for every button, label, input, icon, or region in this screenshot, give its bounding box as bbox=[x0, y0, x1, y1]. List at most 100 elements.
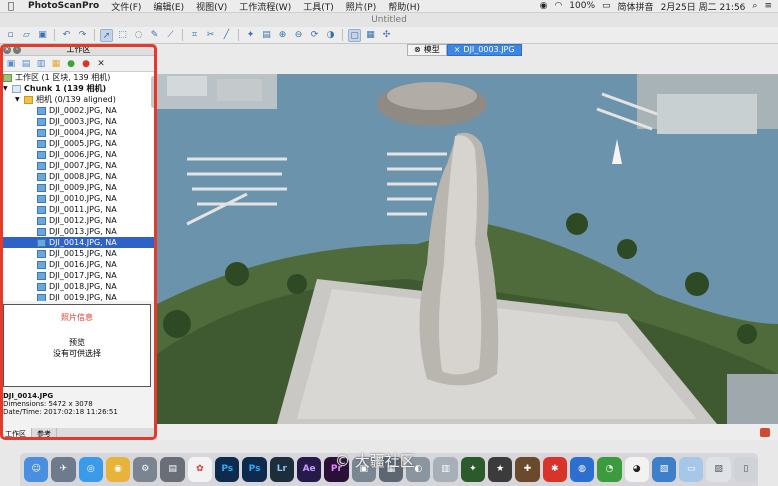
finder-icon[interactable]: ☺ bbox=[24, 457, 49, 482]
clock[interactable]: 2月25日 周二 21:56 bbox=[661, 0, 746, 13]
photoshop-alt-icon[interactable]: Ps bbox=[242, 457, 267, 482]
add-folder-icon[interactable]: ▥ bbox=[36, 59, 46, 69]
app-icon[interactable]: ◍ bbox=[569, 457, 595, 482]
qq-icon[interactable]: ◕ bbox=[624, 457, 649, 482]
disable-icon[interactable]: ● bbox=[81, 59, 91, 69]
add-photos-icon[interactable]: ▤ bbox=[21, 59, 31, 69]
record-icon[interactable]: ◉ bbox=[540, 1, 548, 11]
image-icon[interactable]: ▤ bbox=[260, 29, 273, 42]
new-file-icon[interactable]: ▫ bbox=[4, 29, 17, 42]
tree-cameras[interactable]: ▼ 相机 (0/139 aligned) bbox=[0, 94, 157, 105]
app-icon[interactable]: ▥ bbox=[433, 457, 458, 482]
menu-view[interactable]: 视图(V) bbox=[190, 0, 233, 13]
close-tab-icon[interactable]: ⊗ bbox=[414, 44, 421, 56]
image-list-item[interactable]: DJI_0009.JPG, NA bbox=[0, 182, 157, 193]
rect-select-icon[interactable]: ⬚ bbox=[116, 29, 129, 42]
grid-icon[interactable]: ▦ bbox=[364, 29, 377, 42]
menu-extras-icon[interactable]: ≡ bbox=[764, 1, 772, 11]
image-list-item[interactable]: DJI_0018.JPG, NA bbox=[0, 281, 157, 292]
system-preferences-icon[interactable]: ⚙ bbox=[133, 457, 158, 482]
menu-edit[interactable]: 编辑(E) bbox=[147, 0, 190, 13]
tree-root[interactable]: 工作区 (1 区块, 139 相机) bbox=[0, 72, 157, 83]
trash-icon[interactable]: ▯ bbox=[733, 457, 759, 482]
rotate-icon[interactable]: ⟳ bbox=[308, 29, 321, 42]
image-list-item[interactable]: DJI_0014.JPG, NA bbox=[0, 237, 157, 248]
tab-reference[interactable]: 参考 bbox=[32, 428, 57, 440]
line-icon[interactable]: ╱ bbox=[220, 29, 233, 42]
image-list-item[interactable]: DJI_0013.JPG, NA bbox=[0, 226, 157, 237]
image-list-item[interactable]: DJI_0017.JPG, NA bbox=[0, 270, 157, 281]
close-icon[interactable]: × bbox=[3, 46, 11, 54]
input-method[interactable]: 简体拼音 bbox=[618, 0, 654, 13]
close-tab-icon[interactable]: × bbox=[454, 44, 461, 56]
save-icon[interactable]: ▣ bbox=[36, 29, 49, 42]
undo-icon[interactable]: ↶ bbox=[60, 29, 73, 42]
open-file-icon[interactable]: ▱ bbox=[20, 29, 33, 42]
image-list-item[interactable]: DJI_0008.JPG, NA bbox=[0, 171, 157, 182]
cut-icon[interactable]: ✂ bbox=[204, 29, 217, 42]
image-list-item[interactable]: DJI_0011.JPG, NA bbox=[0, 204, 157, 215]
battery-icon[interactable]: ▭ bbox=[602, 1, 611, 11]
image-list-item[interactable]: DJI_0002.JPG, NA bbox=[0, 105, 157, 116]
app-icon[interactable]: ✦ bbox=[460, 457, 486, 482]
image-list-item[interactable]: DJI_0006.JPG, NA bbox=[0, 149, 157, 160]
battery-percent[interactable]: 100% bbox=[569, 1, 595, 11]
image-list-item[interactable]: DJI_0019.JPG, NA bbox=[0, 292, 157, 301]
app-menu[interactable]: PhotoScanPro bbox=[22, 1, 105, 11]
wifi-icon[interactable]: ◠ bbox=[554, 1, 562, 11]
folder-icon[interactable]: ▭ bbox=[679, 457, 704, 482]
menu-tools[interactable]: 工具(T) bbox=[297, 0, 340, 13]
menu-help[interactable]: 帮助(H) bbox=[382, 0, 426, 13]
zoom-out-icon[interactable]: ⊖ bbox=[292, 29, 305, 42]
app-icon[interactable]: ▧ bbox=[651, 457, 677, 482]
image-list-item[interactable]: DJI_0016.JPG, NA bbox=[0, 259, 157, 270]
expand-arrow-icon[interactable]: ▼ bbox=[15, 94, 24, 105]
view-mode-icon[interactable]: ▢ bbox=[348, 28, 361, 42]
utility-icon[interactable]: ▤ bbox=[160, 457, 185, 482]
image-list-item[interactable]: DJI_0012.JPG, NA bbox=[0, 215, 157, 226]
after-effects-icon[interactable]: Ae bbox=[296, 457, 322, 482]
tab-workspace[interactable]: 工作区 bbox=[0, 428, 32, 440]
add-chunk-icon[interactable]: ▣ bbox=[6, 59, 16, 69]
app-icon[interactable]: ✚ bbox=[515, 457, 540, 482]
tree-chunk[interactable]: ▼ Chunk 1 (139 相机) bbox=[0, 83, 157, 94]
scrollbar[interactable] bbox=[151, 76, 156, 108]
launchpad-icon[interactable]: ✈ bbox=[51, 457, 76, 482]
menu-file[interactable]: 文件(F) bbox=[105, 0, 147, 13]
image-list-item[interactable]: DJI_0010.JPG, NA bbox=[0, 193, 157, 204]
image-list-item[interactable]: DJI_0015.JPG, NA bbox=[0, 248, 157, 259]
image-list-item[interactable]: DJI_0005.JPG, NA bbox=[0, 138, 157, 149]
lightroom-icon[interactable]: Lr bbox=[269, 457, 294, 482]
navigation-icon[interactable]: ➚ bbox=[100, 28, 113, 42]
safari-icon[interactable]: ◎ bbox=[78, 457, 103, 482]
menu-photo[interactable]: 照片(P) bbox=[340, 0, 382, 13]
menu-workflow[interactable]: 工作流程(W) bbox=[233, 0, 297, 13]
crop-icon[interactable]: ⌗ bbox=[188, 29, 201, 42]
apple-icon[interactable]:  bbox=[0, 1, 22, 12]
aerial-photo[interactable] bbox=[157, 74, 778, 424]
add-markers-icon[interactable]: ▦ bbox=[51, 59, 61, 69]
ruler-icon[interactable]: ⟋ bbox=[164, 29, 177, 42]
image-list-item[interactable]: DJI_0004.JPG, NA bbox=[0, 127, 157, 138]
tab-model[interactable]: ⊗ 模型 bbox=[407, 44, 447, 56]
app-icon[interactable]: ★ bbox=[488, 457, 513, 482]
photos-icon[interactable]: ✿ bbox=[187, 457, 213, 482]
brush-icon[interactable]: ✎ bbox=[148, 29, 161, 42]
wechat-icon[interactable]: ◔ bbox=[597, 457, 622, 482]
contrast-icon[interactable]: ◑ bbox=[324, 29, 337, 42]
app-icon[interactable]: ✱ bbox=[542, 457, 567, 482]
lasso-icon[interactable]: ◌ bbox=[132, 29, 145, 42]
photoshop-icon[interactable]: Ps bbox=[215, 457, 240, 482]
move-icon[interactable]: ✣ bbox=[380, 29, 393, 42]
expand-arrow-icon[interactable]: ▼ bbox=[3, 83, 12, 94]
tab-photo[interactable]: × DJI_0003.JPG bbox=[446, 44, 522, 56]
image-list-item[interactable]: DJI_0007.JPG, NA bbox=[0, 160, 157, 171]
redo-icon[interactable]: ↷ bbox=[76, 29, 89, 42]
magic-wand-icon[interactable]: ✦ bbox=[244, 29, 257, 42]
remove-icon[interactable]: ✕ bbox=[96, 59, 106, 69]
enable-icon[interactable]: ● bbox=[66, 59, 76, 69]
image-list-item[interactable]: DJI_0003.JPG, NA bbox=[0, 116, 157, 127]
warning-icon[interactable] bbox=[760, 428, 770, 437]
downloads-icon[interactable]: ▨ bbox=[706, 457, 731, 482]
search-icon[interactable]: ⌕ bbox=[752, 1, 757, 11]
